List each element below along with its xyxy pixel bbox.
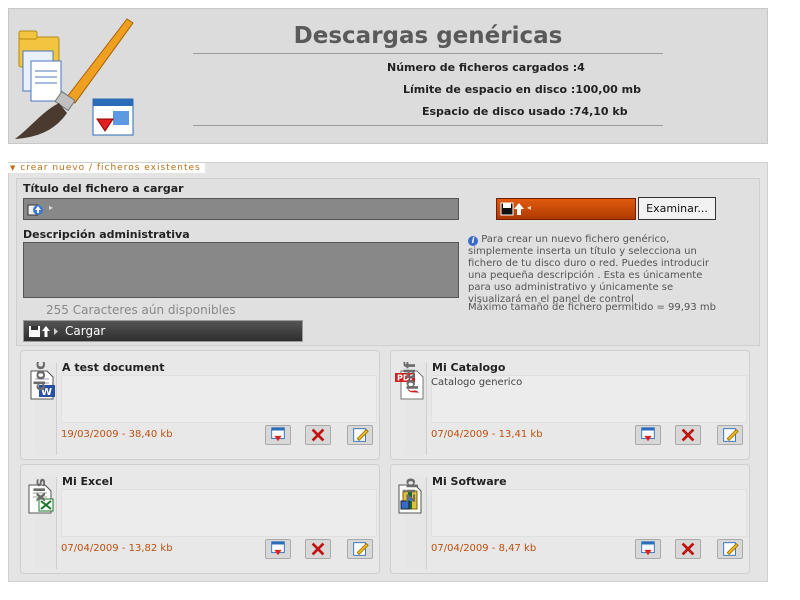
info-icon: i [468,236,478,246]
max-size-text: Máximo tamaño de fichero permitido = 99,… [468,302,716,313]
description-textarea[interactable] [23,242,459,298]
file-name: Mi Software [432,475,507,488]
breadcrumb[interactable]: ▼ crear nuevo / ficheros existentes [8,163,205,173]
file-name: A test document [62,361,165,374]
title-divider [193,53,663,54]
disk-used-stat: Espacio de disco usado :74,10 kb [422,105,628,118]
delete-x-icon [311,428,325,442]
delete-x-icon [311,542,325,556]
file-extension: doc [31,361,49,391]
file-card: PDF pdf Mi Catalogo Catalogo generico 07… [390,350,750,460]
file-card: zip Mi Software 07/04/2009 - 8,47 kb [390,464,750,574]
file-extension: xls [31,478,49,502]
file-caret-icon: ◂ [527,203,532,212]
upload-button-label: Cargar [65,324,106,338]
edit-note-icon [353,428,369,442]
delete-button[interactable] [305,539,331,559]
floppy-upload-icon [29,326,58,337]
edit-note-icon [353,542,369,556]
download-button[interactable] [635,539,661,559]
download-icon [271,541,285,556]
stats-divider [193,125,663,126]
edit-note-icon [723,542,739,556]
header-panel: Descargas genéricas Número de ficheros c… [8,8,768,144]
file-description-box [61,375,377,423]
title-field-label: Título del fichero a cargar [23,182,184,195]
file-name: Mi Catalogo [432,361,506,374]
chars-remaining: 255 Caracteres aún disponibles [46,303,236,317]
delete-x-icon [681,542,695,556]
file-name: Mi Excel [62,475,113,488]
edit-button[interactable] [347,425,373,445]
file-description: Catalogo generico [431,377,523,388]
paintbrush-logo-icon [15,18,134,139]
download-button[interactable] [265,539,291,559]
floppy-upload-icon [500,202,524,216]
file-meta: 07/04/2009 - 13,41 kb [431,429,543,440]
file-meta: 07/04/2009 - 8,47 kb [431,543,537,554]
file-extension: zip [401,477,419,503]
delete-button[interactable] [305,425,331,445]
description-field-label: Descripción administrativa [23,228,190,241]
file-meta: 07/04/2009 - 13,82 kb [61,543,173,554]
edit-note-icon [723,428,739,442]
browse-button[interactable]: Examinar... [638,197,716,220]
delete-button[interactable] [675,539,701,559]
download-button[interactable] [635,425,661,445]
upload-button[interactable]: Cargar [23,320,303,342]
delete-x-icon [681,428,695,442]
download-icon [641,427,655,442]
file-description-box [431,489,747,537]
title-input[interactable]: ▸ [23,198,459,220]
file-extension: pdf [401,362,419,391]
upload-icon [27,204,43,216]
info-text: i Para crear un nuevo fichero genérico, … [468,234,718,306]
file-description-box [61,489,377,537]
file-card: W doc A test document 19/03/2009 - 38,40… [20,350,380,460]
input-caret-icon: ▸ [49,203,54,212]
edit-button[interactable] [717,539,743,559]
delete-button[interactable] [675,425,701,445]
page-title: Descargas genéricas [293,23,563,49]
caret-down-icon: ▼ [10,164,17,172]
file-input[interactable]: ◂ [496,198,636,220]
breadcrumb-text[interactable]: crear nuevo / ficheros existentes [20,163,200,173]
edit-button[interactable] [717,425,743,445]
download-icon [641,541,655,556]
disk-limit-stat: Límite de espacio en disco :100,00 mb [403,83,641,96]
file-meta: 19/03/2009 - 38,40 kb [61,429,173,440]
files-loaded-stat: Número de ficheros cargados :4 [387,61,585,74]
info-message: Para crear un nuevo fichero genérico, si… [468,234,709,305]
download-button[interactable] [265,425,291,445]
download-icon [271,427,285,442]
file-card: xls Mi Excel 07/04/2009 - 13,82 kb [20,464,380,574]
edit-button[interactable] [347,539,373,559]
